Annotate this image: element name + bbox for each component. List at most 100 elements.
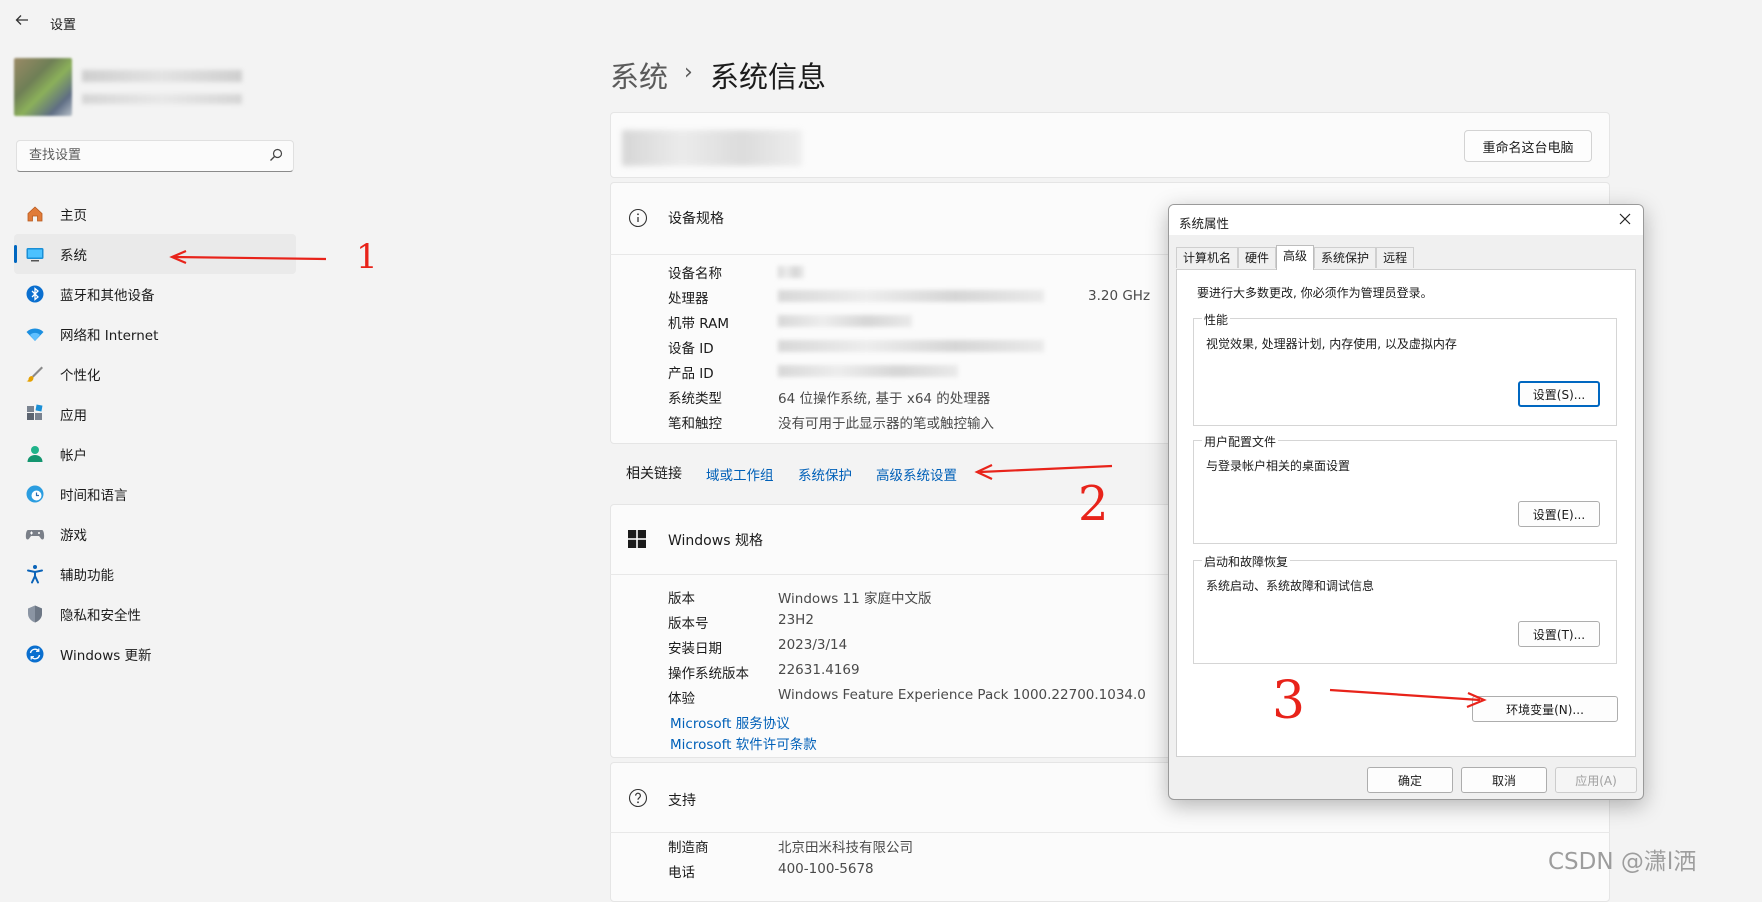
- globe-clock-icon: [25, 484, 45, 504]
- sidebar-item-system[interactable]: 系统: [14, 234, 296, 274]
- rename-pc-button[interactable]: 重命名这台电脑: [1464, 130, 1592, 162]
- search-box[interactable]: [16, 140, 294, 172]
- sidebar-item-time-language[interactable]: 时间和语言: [14, 474, 296, 514]
- win-spec-value: Windows Feature Experience Pack 1000.227…: [778, 687, 1146, 703]
- user-profiles-settings-button[interactable]: 设置(E)...: [1518, 501, 1600, 527]
- dialog-tabs: 计算机名 硬件 高级 系统保护 远程: [1176, 245, 1415, 270]
- tab-remote[interactable]: 远程: [1376, 247, 1415, 268]
- app-title: 设置: [50, 18, 77, 33]
- tab-hardware[interactable]: 硬件: [1238, 247, 1277, 268]
- win-spec-value: 23H2: [778, 612, 814, 628]
- sidebar-item-label: 隐私和安全性: [60, 608, 141, 624]
- windows-specs-title: Windows 规格: [668, 533, 763, 549]
- support-label: 制造商: [668, 840, 709, 856]
- device-name-redacted: [622, 130, 802, 166]
- search-icon[interactable]: [269, 148, 283, 162]
- spec-label: 设备 ID: [668, 341, 714, 357]
- accessibility-icon: [25, 564, 45, 584]
- breadcrumb-parent[interactable]: 系统: [610, 54, 668, 96]
- device-specs-title: 设备规格: [668, 211, 724, 227]
- sidebar-item-privacy[interactable]: 隐私和安全性: [14, 594, 296, 634]
- link-ms-license-terms[interactable]: Microsoft 软件许可条款: [670, 733, 817, 753]
- sidebar-item-label: 辅助功能: [60, 568, 114, 584]
- user-email-redacted: [82, 94, 242, 104]
- sidebar-item-label: 时间和语言: [60, 488, 128, 504]
- sidebar-item-gaming[interactable]: 游戏: [14, 514, 296, 554]
- watermark: CSDN @潇l洒: [1548, 849, 1697, 875]
- back-arrow-icon[interactable]: [14, 12, 34, 32]
- close-icon[interactable]: [1617, 210, 1633, 228]
- sidebar-item-accessibility[interactable]: 辅助功能: [14, 554, 296, 594]
- tab-system-protection[interactable]: 系统保护: [1314, 247, 1377, 268]
- win-spec-value: 22631.4169: [778, 662, 860, 678]
- home-icon: [25, 204, 45, 224]
- link-ms-services-agreement[interactable]: Microsoft 服务协议: [670, 712, 790, 732]
- person-icon: [25, 444, 45, 464]
- windows-logo-icon: [628, 530, 646, 548]
- device-id-value-redacted: [778, 340, 1044, 352]
- sidebar-item-label: 系统: [60, 248, 87, 264]
- link-system-protection[interactable]: 系统保护: [798, 464, 852, 484]
- performance-group: 性能 视觉效果, 处理器计划, 内存使用, 以及虚拟内存 设置(S)...: [1193, 311, 1617, 426]
- tab-advanced[interactable]: 高级: [1276, 245, 1315, 270]
- info-icon: [628, 208, 648, 228]
- search-input[interactable]: [27, 147, 261, 164]
- device-name-value-redacted: [778, 266, 804, 278]
- annotation-label-1: 1: [356, 237, 378, 277]
- sidebar-item-label: 帐户: [60, 448, 87, 464]
- support-label: 电话: [668, 865, 695, 881]
- apply-button[interactable]: 应用(A): [1555, 767, 1637, 793]
- dialog-titlebar[interactable]: 系统属性: [1169, 205, 1643, 235]
- related-links-label: 相关链接: [626, 466, 682, 482]
- sidebar-item-accounts[interactable]: 帐户: [14, 434, 296, 474]
- spec-label: 产品 ID: [668, 366, 714, 382]
- processor-value-redacted: [778, 290, 1044, 302]
- win-spec-value: 2023/3/14: [778, 637, 848, 653]
- help-icon: [628, 788, 648, 808]
- sidebar-item-network[interactable]: 网络和 Internet: [14, 314, 296, 354]
- spec-value: 64 位操作系统, 基于 x64 的处理器: [778, 391, 991, 407]
- avatar[interactable]: [14, 58, 72, 116]
- group-desc: 与登录帐户相关的桌面设置: [1206, 459, 1351, 473]
- system-properties-dialog: 系统属性 计算机名 硬件 高级 系统保护 远程 要进行大多数更改, 你必须作为管…: [1168, 204, 1644, 800]
- sidebar-item-label: 蓝牙和其他设备: [60, 288, 155, 304]
- sidebar-item-personalization[interactable]: 个性化: [14, 354, 296, 394]
- link-domain-workgroup[interactable]: 域或工作组: [706, 464, 774, 484]
- performance-settings-button[interactable]: 设置(S)...: [1518, 381, 1600, 407]
- tab-computer-name[interactable]: 计算机名: [1176, 247, 1239, 268]
- wifi-icon: [25, 324, 45, 344]
- sidebar-item-apps[interactable]: 应用: [14, 394, 296, 434]
- user-name-redacted: [82, 70, 242, 82]
- sidebar-item-label: 游戏: [60, 528, 87, 544]
- spec-label: 处理器: [668, 291, 709, 307]
- environment-variables-button[interactable]: 环境变量(N)...: [1472, 696, 1618, 722]
- spec-label: 系统类型: [668, 391, 722, 407]
- sidebar-item-bluetooth[interactable]: 蓝牙和其他设备: [14, 274, 296, 314]
- group-label: 启动和故障恢复: [1202, 553, 1291, 570]
- win-spec-label: 体验: [668, 691, 695, 707]
- product-id-value-redacted: [778, 365, 958, 377]
- spec-value: 没有可用于此显示器的笔或触控输入: [778, 416, 994, 432]
- win-spec-value: Windows 11 家庭中文版: [778, 591, 932, 607]
- group-desc: 系统启动、系统故障和调试信息: [1206, 579, 1375, 593]
- cancel-button[interactable]: 取消: [1461, 767, 1547, 793]
- support-title: 支持: [668, 793, 696, 809]
- startup-recovery-settings-button[interactable]: 设置(T)...: [1518, 621, 1600, 647]
- ok-button[interactable]: 确定: [1367, 767, 1453, 793]
- sidebar-item-label: 个性化: [60, 368, 101, 384]
- win-spec-label: 版本号: [668, 616, 709, 632]
- apps-icon: [25, 404, 45, 424]
- breadcrumb-separator-icon: ›: [684, 60, 693, 85]
- startup-recovery-group: 启动和故障恢复 系统启动、系统故障和调试信息 设置(T)...: [1193, 553, 1617, 664]
- monitor-icon: [25, 244, 45, 264]
- sidebar-item-home[interactable]: 主页: [14, 194, 296, 234]
- link-advanced-system-settings[interactable]: 高级系统设置: [876, 464, 957, 484]
- sidebar-item-windows-update[interactable]: Windows 更新: [14, 634, 296, 674]
- sidebar-item-label: 主页: [60, 208, 87, 224]
- admin-note: 要进行大多数更改, 你必须作为管理员登录。: [1197, 286, 1433, 300]
- sidebar-nav: 主页 系统 蓝牙和其他设备 网络和 Internet 个性化 应用 帐户 时间和…: [14, 194, 296, 674]
- spec-label: 笔和触控: [668, 416, 722, 432]
- sidebar-item-label: 网络和 Internet: [60, 328, 159, 344]
- win-spec-label: 版本: [668, 591, 695, 607]
- spec-label: 设备名称: [668, 266, 722, 282]
